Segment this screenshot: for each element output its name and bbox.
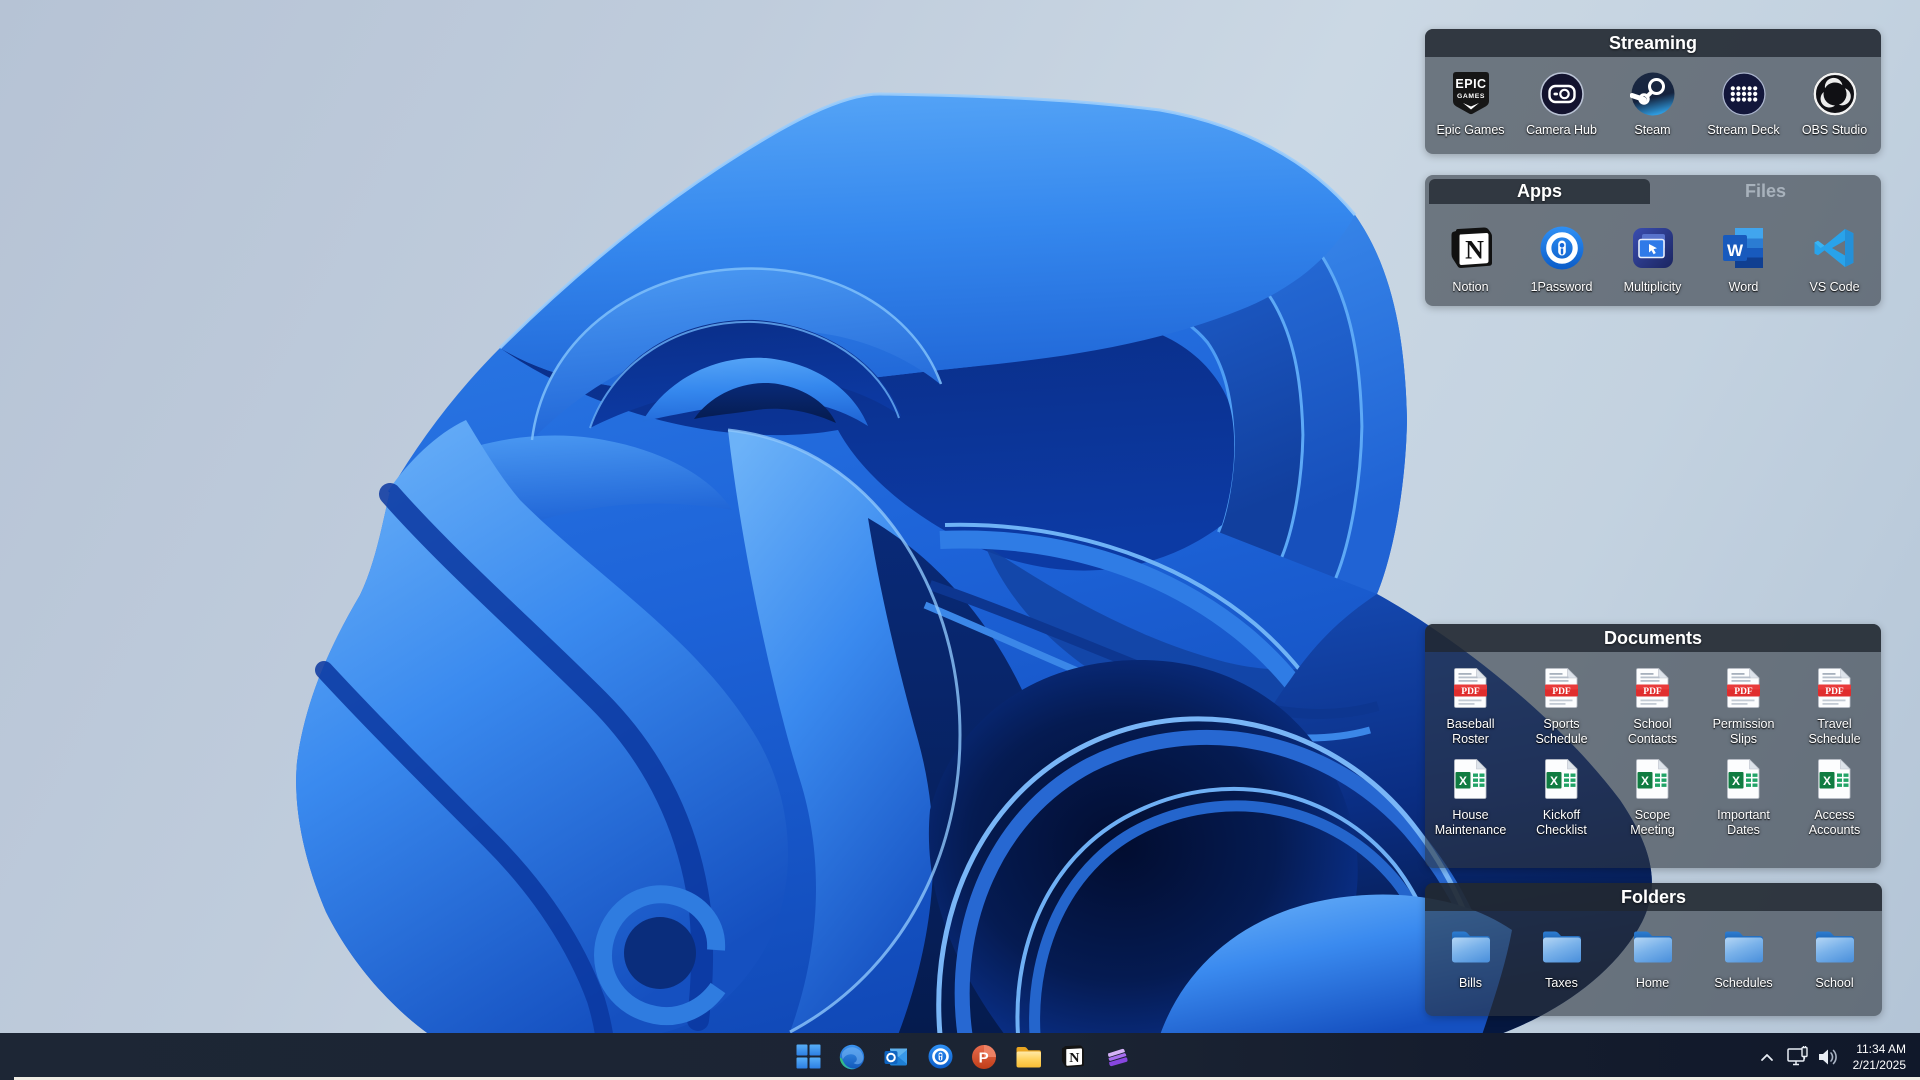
svg-text:X: X bbox=[1549, 774, 1557, 788]
svg-text:PDF: PDF bbox=[1825, 687, 1844, 697]
svg-text:P: P bbox=[979, 1049, 989, 1066]
svg-text:X: X bbox=[1458, 774, 1466, 788]
svg-text:N: N bbox=[1465, 236, 1484, 265]
svg-text:X: X bbox=[1731, 774, 1739, 788]
svg-text:PDF: PDF bbox=[1734, 687, 1753, 697]
svg-text:PDF: PDF bbox=[1461, 687, 1480, 697]
svg-text:N: N bbox=[1069, 1050, 1080, 1066]
svg-text:EPIC: EPIC bbox=[1455, 77, 1486, 91]
svg-text:PDF: PDF bbox=[1552, 687, 1571, 697]
svg-text:W: W bbox=[1726, 241, 1743, 260]
svg-text:X: X bbox=[1640, 774, 1648, 788]
svg-text:PDF: PDF bbox=[1643, 687, 1662, 697]
svg-text:X: X bbox=[1822, 774, 1830, 788]
svg-text:GAMES: GAMES bbox=[1457, 93, 1485, 100]
